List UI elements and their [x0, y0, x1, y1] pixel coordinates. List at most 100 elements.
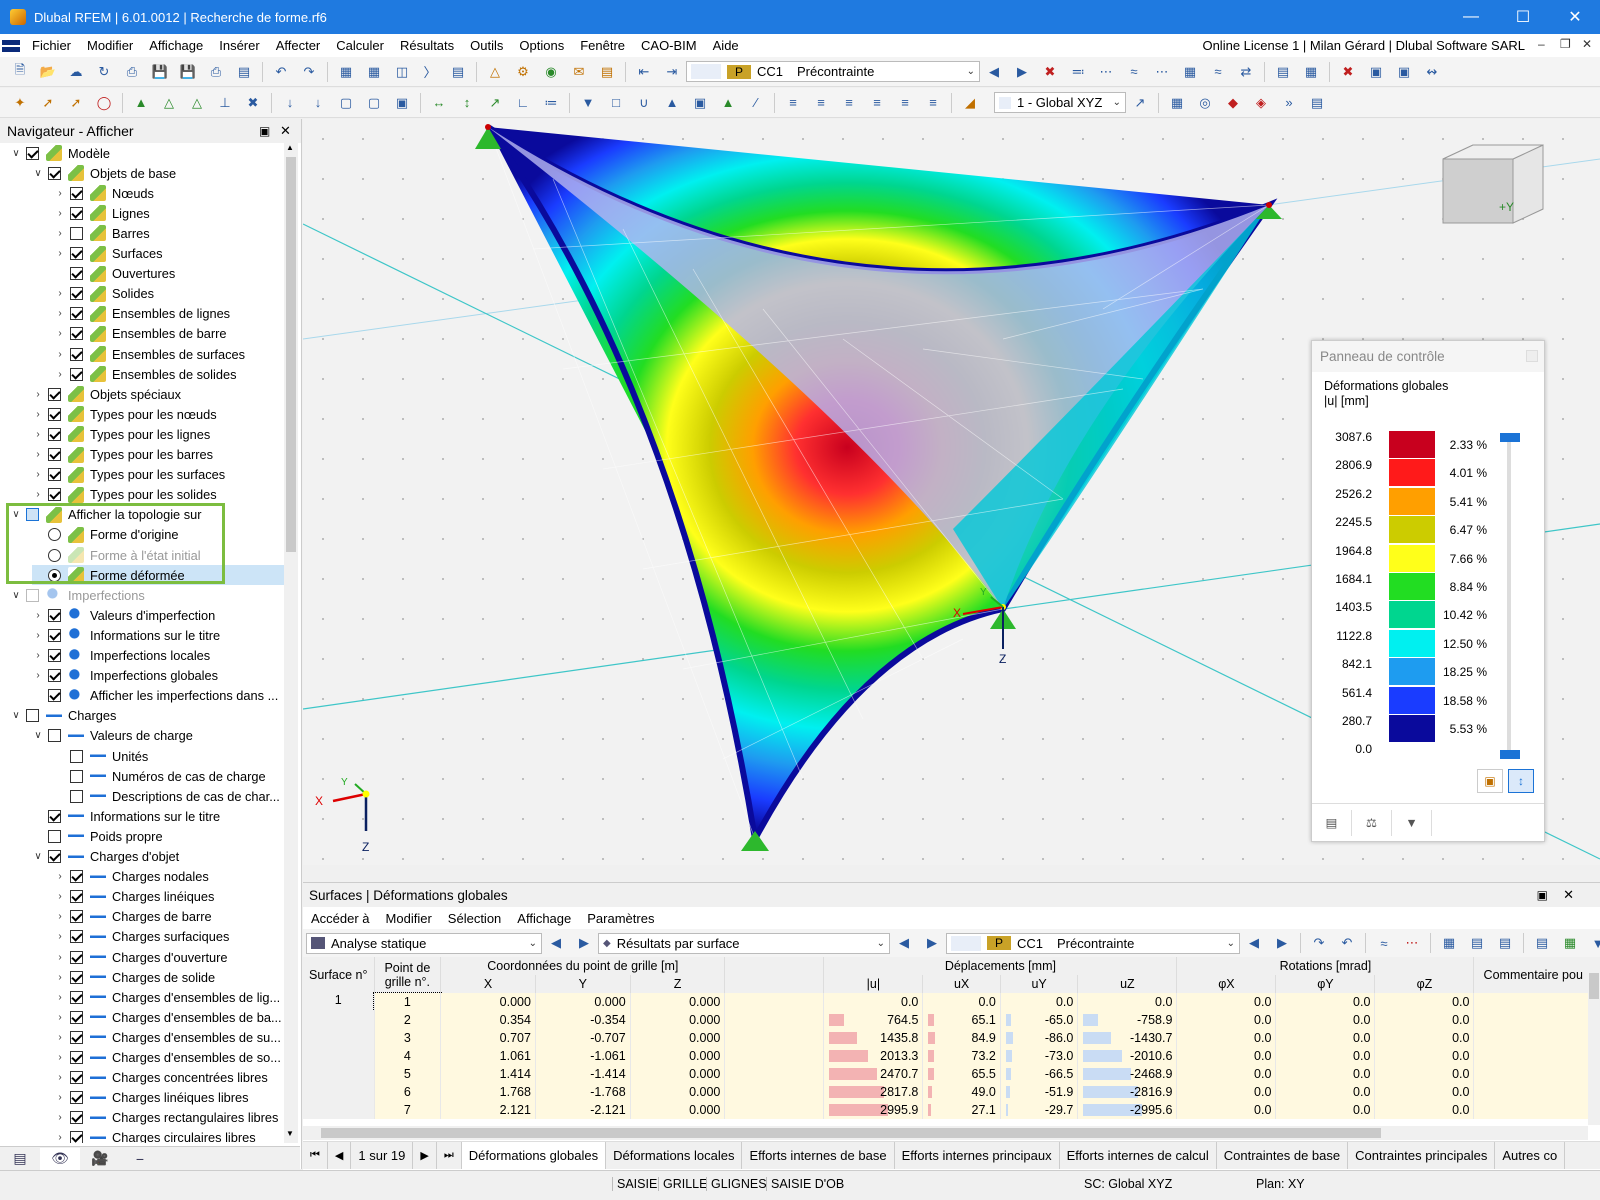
split-view-icon[interactable]: ◫	[391, 62, 413, 82]
tree-item[interactable]: › Types pour les surfaces	[32, 465, 225, 485]
cell-py[interactable]: 0.0	[1275, 1011, 1376, 1029]
cell-y[interactable]: -2.121	[535, 1101, 631, 1119]
col-x[interactable]: X	[440, 975, 536, 993]
line-support-icon[interactable]: △	[158, 93, 180, 113]
export-icon[interactable]: ▤	[1466, 933, 1488, 953]
tree-item[interactable]: › Types pour les nœuds	[32, 404, 217, 424]
expand-icon[interactable]: ›	[32, 469, 44, 480]
cell-empty[interactable]	[1473, 1065, 1593, 1083]
tree-checkbox[interactable]	[48, 689, 61, 703]
previous-loadcase-icon[interactable]: ⇤	[633, 62, 655, 82]
cell-uy[interactable]: -73.0	[1000, 1047, 1079, 1065]
cell-y[interactable]: -1.414	[535, 1065, 631, 1083]
tree-checkbox[interactable]	[70, 769, 83, 783]
prev-icon[interactable]: ◀	[893, 933, 915, 953]
undo-icon[interactable]: ↶	[270, 62, 292, 82]
cell-p[interactable]: 3	[374, 1029, 442, 1047]
scroll-up-icon[interactable]: ▲	[286, 143, 294, 152]
align-2-icon[interactable]: ≡	[810, 93, 832, 113]
menu-resultats[interactable]: Résultats	[392, 38, 462, 53]
tree-checkbox[interactable]	[48, 850, 61, 863]
result-display-icon[interactable]: ≕	[1067, 62, 1089, 82]
cell-empty[interactable]	[1473, 993, 1593, 1011]
next-icon[interactable]: ▶	[921, 933, 943, 953]
cell-empty[interactable]	[724, 1029, 825, 1047]
chart-icon[interactable]: ▤	[1531, 933, 1553, 953]
tree-checkbox[interactable]	[26, 588, 39, 602]
cell-ux[interactable]: 0.0	[922, 993, 1001, 1011]
tree-checkbox[interactable]	[70, 1091, 83, 1105]
report-export-icon[interactable]: ▤	[596, 62, 618, 82]
tree-checkbox[interactable]	[70, 367, 83, 381]
tree-item[interactable]: › Charges circulaires libres	[54, 1128, 256, 1143]
mdi-restore-icon[interactable]: ❐	[1560, 37, 1571, 51]
cell-s[interactable]	[303, 1065, 375, 1083]
align-1-icon[interactable]: ≡	[782, 93, 804, 113]
status-saisie-dob[interactable]: SAISIE D'OB	[766, 1177, 848, 1191]
col-uy[interactable]: uY	[1000, 975, 1079, 993]
tree-item[interactable]: › Types pour les lignes	[32, 424, 210, 444]
cell-uz[interactable]: -2995.6	[1077, 1101, 1178, 1119]
tree-checkbox[interactable]	[70, 910, 83, 924]
surface-results-icon[interactable]: ▦	[1179, 62, 1201, 82]
expand-icon[interactable]: ›	[54, 891, 66, 902]
tree-item[interactable]: Poids propre	[32, 826, 163, 846]
tree-checkbox[interactable]	[70, 347, 83, 361]
mdi-close-icon[interactable]: ✕	[1582, 37, 1592, 51]
select-icon[interactable]: ↷	[1308, 933, 1330, 953]
menu-fichier[interactable]: Fichier	[24, 38, 79, 53]
cell-p[interactable]: 4	[374, 1047, 442, 1065]
cell-x[interactable]: 0.707	[440, 1029, 536, 1047]
tree-checkbox[interactable]	[48, 729, 61, 743]
results-menu-affichage[interactable]: Affichage	[509, 911, 579, 926]
cell-p[interactable]: 2	[374, 1011, 442, 1029]
table-vscrollbar[interactable]	[1588, 957, 1600, 1125]
script-icon[interactable]: ▤	[447, 62, 469, 82]
cell-px[interactable]: 0.0	[1176, 1065, 1277, 1083]
surface-support-icon[interactable]: △	[186, 93, 208, 113]
tab-efforts-internes-base[interactable]: Efforts internes de base	[742, 1142, 895, 1169]
cell-s[interactable]	[303, 1101, 375, 1119]
cell-empty[interactable]	[1473, 1029, 1593, 1047]
filter-icon[interactable]: ▼	[1587, 933, 1600, 953]
cell-p[interactable]: 6	[374, 1083, 442, 1101]
deformation-icon[interactable]: ≈	[1123, 62, 1145, 82]
tree-item[interactable]: ∨ Charges d'objet	[32, 847, 179, 867]
cell-empty[interactable]	[1473, 1101, 1593, 1119]
cell-uy[interactable]: -86.0	[1000, 1029, 1079, 1047]
measure-icon[interactable]: ≔	[540, 93, 562, 113]
report-icon[interactable]: ▤	[233, 62, 255, 82]
table-hscroll-thumb[interactable]	[321, 1128, 1381, 1138]
menu-aide[interactable]: Aide	[705, 38, 747, 53]
cell-s[interactable]	[303, 1047, 375, 1065]
cell-p[interactable]: 1	[373, 992, 442, 1012]
navigator-scrollbar[interactable]: ▲ ▼	[284, 143, 298, 1143]
perspective-icon[interactable]: ◆	[1222, 93, 1244, 113]
expand-icon[interactable]: ›	[54, 1012, 66, 1023]
col-z[interactable]: Z	[630, 975, 726, 993]
prev-page-icon[interactable]: ◀	[328, 1142, 352, 1169]
cell-uz[interactable]: -758.9	[1077, 1011, 1178, 1029]
tree-item[interactable]: › Charges rectangulaires libres	[54, 1108, 278, 1128]
new-line-icon[interactable]: ➚	[37, 93, 59, 113]
pin-icon[interactable]: ▣	[1537, 888, 1548, 902]
combo-next-icon[interactable]: ▶	[1011, 62, 1033, 82]
tree-checkbox[interactable]	[48, 448, 61, 461]
prev-icon[interactable]: ◀	[1243, 933, 1265, 953]
tree-item[interactable]: Descriptions de cas de char...	[54, 786, 280, 806]
cell-py[interactable]: 0.0	[1275, 993, 1376, 1011]
coordinate-system-icon[interactable]: ↭	[1421, 62, 1443, 82]
menu-inserer[interactable]: Insérer	[211, 38, 267, 53]
cell-empty[interactable]	[724, 993, 825, 1011]
display-tab-icon[interactable]: 👁	[40, 1147, 80, 1170]
data-tab-icon[interactable]: ▤	[0, 1148, 40, 1170]
nodal-load-icon[interactable]: ↓	[279, 93, 301, 113]
tree-checkbox[interactable]	[70, 226, 83, 240]
tab-contraintes-principales[interactable]: Contraintes principales	[1348, 1142, 1496, 1169]
cell-uz[interactable]: -2468.9	[1077, 1065, 1178, 1083]
status-grille[interactable]: GRILLE	[658, 1177, 711, 1191]
factors-tab-icon[interactable]: ⚖	[1352, 809, 1392, 836]
expand-icon[interactable]: ›	[54, 228, 66, 239]
tree-checkbox[interactable]	[48, 809, 61, 823]
select-window-icon[interactable]: □	[605, 93, 627, 113]
